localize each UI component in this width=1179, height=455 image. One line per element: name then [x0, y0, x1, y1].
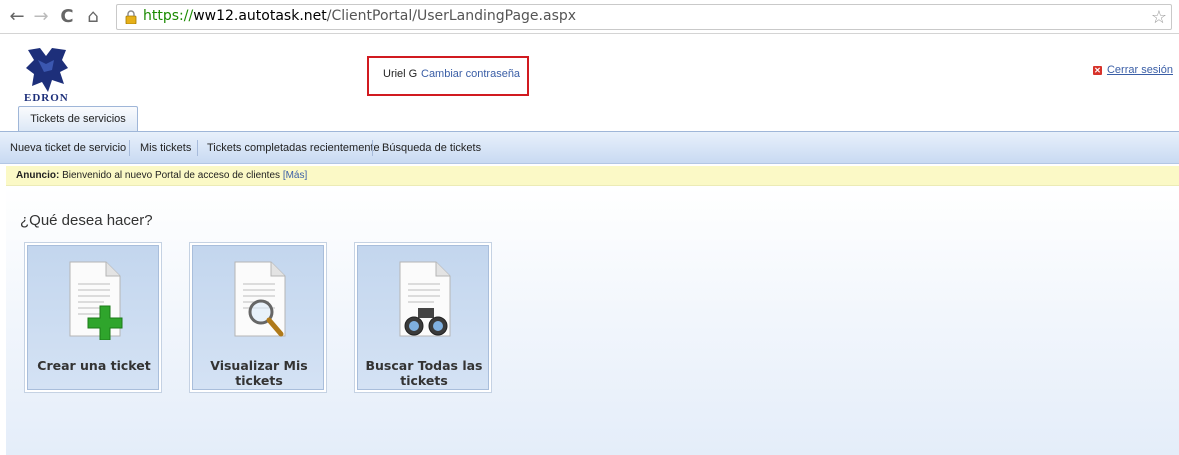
logout-label: Cerrar sesión [1106, 64, 1173, 76]
tab-service-tickets[interactable]: Tickets de servicios [18, 106, 138, 132]
view-my-tickets-button[interactable]: Visualizar Mis tickets [189, 242, 327, 393]
announcement-text: Bienvenido al nuevo Portal de acceso de … [59, 170, 283, 181]
menu-divider [197, 140, 198, 156]
reload-icon[interactable]: C [56, 6, 78, 28]
main-content: ¿Qué desea hacer? Crear una ticket Visua… [6, 186, 1179, 455]
action-tile: Crear una ticket [27, 245, 159, 390]
home-icon[interactable]: ⌂ [82, 6, 104, 28]
page-question: ¿Qué desea hacer? [20, 212, 153, 229]
search-all-tickets-button[interactable]: Buscar Todas las tickets [354, 242, 492, 393]
menu-new-ticket[interactable]: Nueva ticket de servicio [10, 142, 126, 154]
user-name: Uriel G [383, 68, 418, 80]
action-tile: Visualizar Mis tickets [192, 245, 324, 390]
bookmark-star-icon[interactable]: ☆ [1151, 7, 1167, 28]
address-bar[interactable]: https://ww12.autotask.net/ClientPortal/U… [116, 4, 1172, 30]
client-portal: EDRON Uriel G Cambiar contraseña ✕ Cerrar… [0, 34, 1179, 455]
menu-my-tickets[interactable]: Mis tickets [140, 142, 191, 154]
logout-link[interactable]: ✕ Cerrar sesión [1092, 64, 1173, 76]
announcement-bar: Anuncio: Bienvenido al nuevo Portal de a… [6, 166, 1179, 186]
url-path: /ClientPortal/UserLandingPage.aspx [326, 8, 577, 24]
forward-icon[interactable]: → [30, 6, 52, 28]
close-icon: ✕ [1092, 66, 1102, 75]
url-text: https://ww12.autotask.net/ClientPortal/U… [143, 8, 576, 24]
menu-divider [129, 140, 130, 156]
change-password-link[interactable]: Cambiar contraseña [421, 68, 520, 80]
magnifier-icon [234, 261, 286, 337]
menu-divider [372, 140, 373, 156]
lock-icon [125, 10, 137, 24]
back-icon[interactable]: ← [6, 6, 28, 28]
create-ticket-label: Crear una ticket [37, 358, 151, 373]
view-my-tickets-label: Visualizar Mis tickets [210, 358, 308, 388]
menu-ticket-search[interactable]: Búsqueda de tickets [382, 142, 481, 154]
url-host: ww12.autotask.net [193, 8, 327, 24]
announcement-prefix: Anuncio: [16, 170, 60, 181]
logo-text: EDRON [24, 92, 69, 104]
action-tile: Buscar Todas las tickets [357, 245, 489, 390]
announcement-more-link[interactable]: [Más] [283, 170, 307, 181]
url-scheme: https:// [143, 8, 194, 24]
menu-recent-tickets[interactable]: Tickets completadas recientemente [207, 142, 380, 154]
search-all-tickets-label: Buscar Todas las tickets [365, 358, 483, 388]
menu-bar: Nueva ticket de servicio Mis tickets Tic… [0, 132, 1179, 164]
browser-toolbar: ← → C ⌂ https://ww12.autotask.net/Client… [0, 0, 1179, 34]
create-ticket-button[interactable]: Crear una ticket [24, 242, 162, 393]
binoculars-icon [399, 261, 451, 337]
user-box: Uriel G Cambiar contraseña [367, 56, 529, 96]
add-icon [69, 261, 123, 340]
